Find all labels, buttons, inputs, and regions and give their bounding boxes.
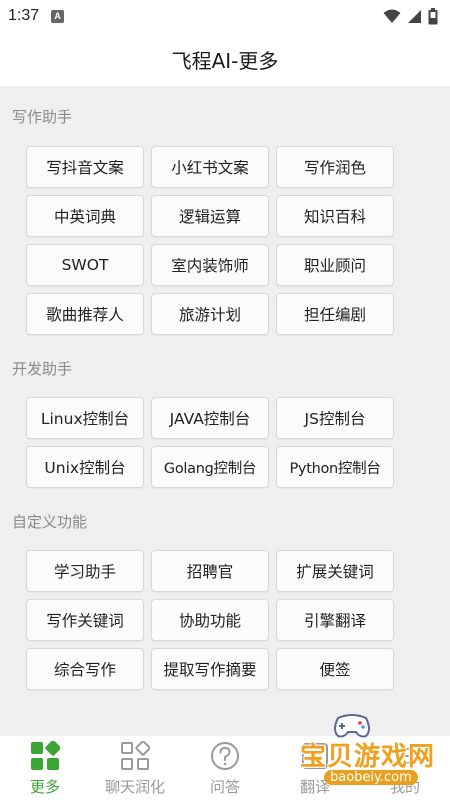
tool-button[interactable]: 职业顾问 [276, 244, 394, 286]
tool-button[interactable]: 写作润色 [276, 146, 394, 188]
nav-label: 聊天润化 [104, 778, 165, 796]
tool-button[interactable]: 写作关键词 [26, 599, 144, 641]
tool-button[interactable]: 写抖音文案 [26, 146, 144, 188]
tool-button[interactable]: 招聘官 [151, 550, 269, 592]
tool-button[interactable]: 引擎翻译 [276, 599, 394, 641]
tool-button[interactable]: 歌曲推荐人 [26, 293, 144, 335]
apps-icon [119, 740, 151, 772]
content-area: 写作助手 写抖音文案 小红书文案 写作润色 中英词典 逻辑运算 知识百科 SWO… [0, 86, 450, 736]
tool-button[interactable]: 协助功能 [151, 599, 269, 641]
status-bar: 1:37 A [0, 0, 450, 32]
tool-button[interactable]: 学习助手 [26, 550, 144, 592]
nav-label: 问答 [209, 778, 240, 796]
tool-button[interactable]: SWOT [26, 244, 144, 286]
tool-button[interactable]: 担任编剧 [276, 293, 394, 335]
tool-button[interactable]: Linux控制台 [26, 397, 144, 439]
tool-button[interactable]: Python控制台 [276, 446, 394, 488]
status-icons [383, 7, 438, 25]
tool-button[interactable]: 旅游计划 [151, 293, 269, 335]
tool-button[interactable]: 逻辑运算 [151, 195, 269, 237]
question-icon [209, 740, 241, 772]
battery-icon [428, 7, 438, 24]
tool-button[interactable]: 小红书文案 [151, 146, 269, 188]
section-title-writing: 写作助手 [12, 108, 73, 126]
tool-button[interactable]: 室内装饰师 [151, 244, 269, 286]
nav-item-translate[interactable]: 翻译 [270, 736, 360, 800]
dev-tools-grid: Linux控制台 JAVA控制台 JS控制台 Unix控制台 Golang控制台… [26, 397, 394, 488]
tool-button[interactable]: 综合写作 [26, 648, 144, 690]
tool-button[interactable]: Golang控制台 [151, 446, 269, 488]
profile-icon [389, 740, 421, 772]
page-title: 飞程AI-更多 [171, 48, 279, 73]
tool-button[interactable]: JS控制台 [276, 397, 394, 439]
translate-icon [299, 740, 331, 772]
writing-tools-grid: 写抖音文案 小红书文案 写作润色 中英词典 逻辑运算 知识百科 SWOT 室内装… [26, 146, 394, 335]
tool-button[interactable]: 提取写作摘要 [151, 648, 269, 690]
wifi-icon [383, 9, 401, 23]
tool-button[interactable]: 知识百科 [276, 195, 394, 237]
tool-button[interactable]: JAVA控制台 [151, 397, 269, 439]
nav-label: 更多 [29, 778, 60, 796]
nav-item-qa[interactable]: 问答 [180, 736, 270, 800]
grid-icon [29, 740, 61, 772]
status-time: 1:37 [8, 7, 40, 24]
signal-icon [408, 10, 421, 23]
tool-button[interactable]: Unix控制台 [26, 446, 144, 488]
tool-button[interactable]: 扩展关键词 [276, 550, 394, 592]
notification-icon: A [51, 9, 65, 23]
custom-tools-grid: 学习助手 招聘官 扩展关键词 写作关键词 协助功能 引擎翻译 综合写作 提取写作… [26, 550, 394, 690]
section-title-dev: 开发助手 [12, 360, 73, 378]
app-header: 飞程AI-更多 [0, 32, 450, 86]
section-title-custom: 自定义功能 [12, 513, 88, 531]
nav-label: 翻译 [299, 778, 330, 796]
nav-item-more[interactable]: 更多 [0, 736, 90, 800]
nav-item-chat[interactable]: 聊天润化 [90, 736, 180, 800]
nav-label: 我的 [389, 778, 420, 796]
bottom-nav: 更多 聊天润化 问答 翻译 我的 [0, 736, 450, 800]
tool-button[interactable]: 便签 [276, 648, 394, 690]
tool-button[interactable]: 中英词典 [26, 195, 144, 237]
nav-item-profile[interactable]: 我的 [360, 736, 450, 800]
